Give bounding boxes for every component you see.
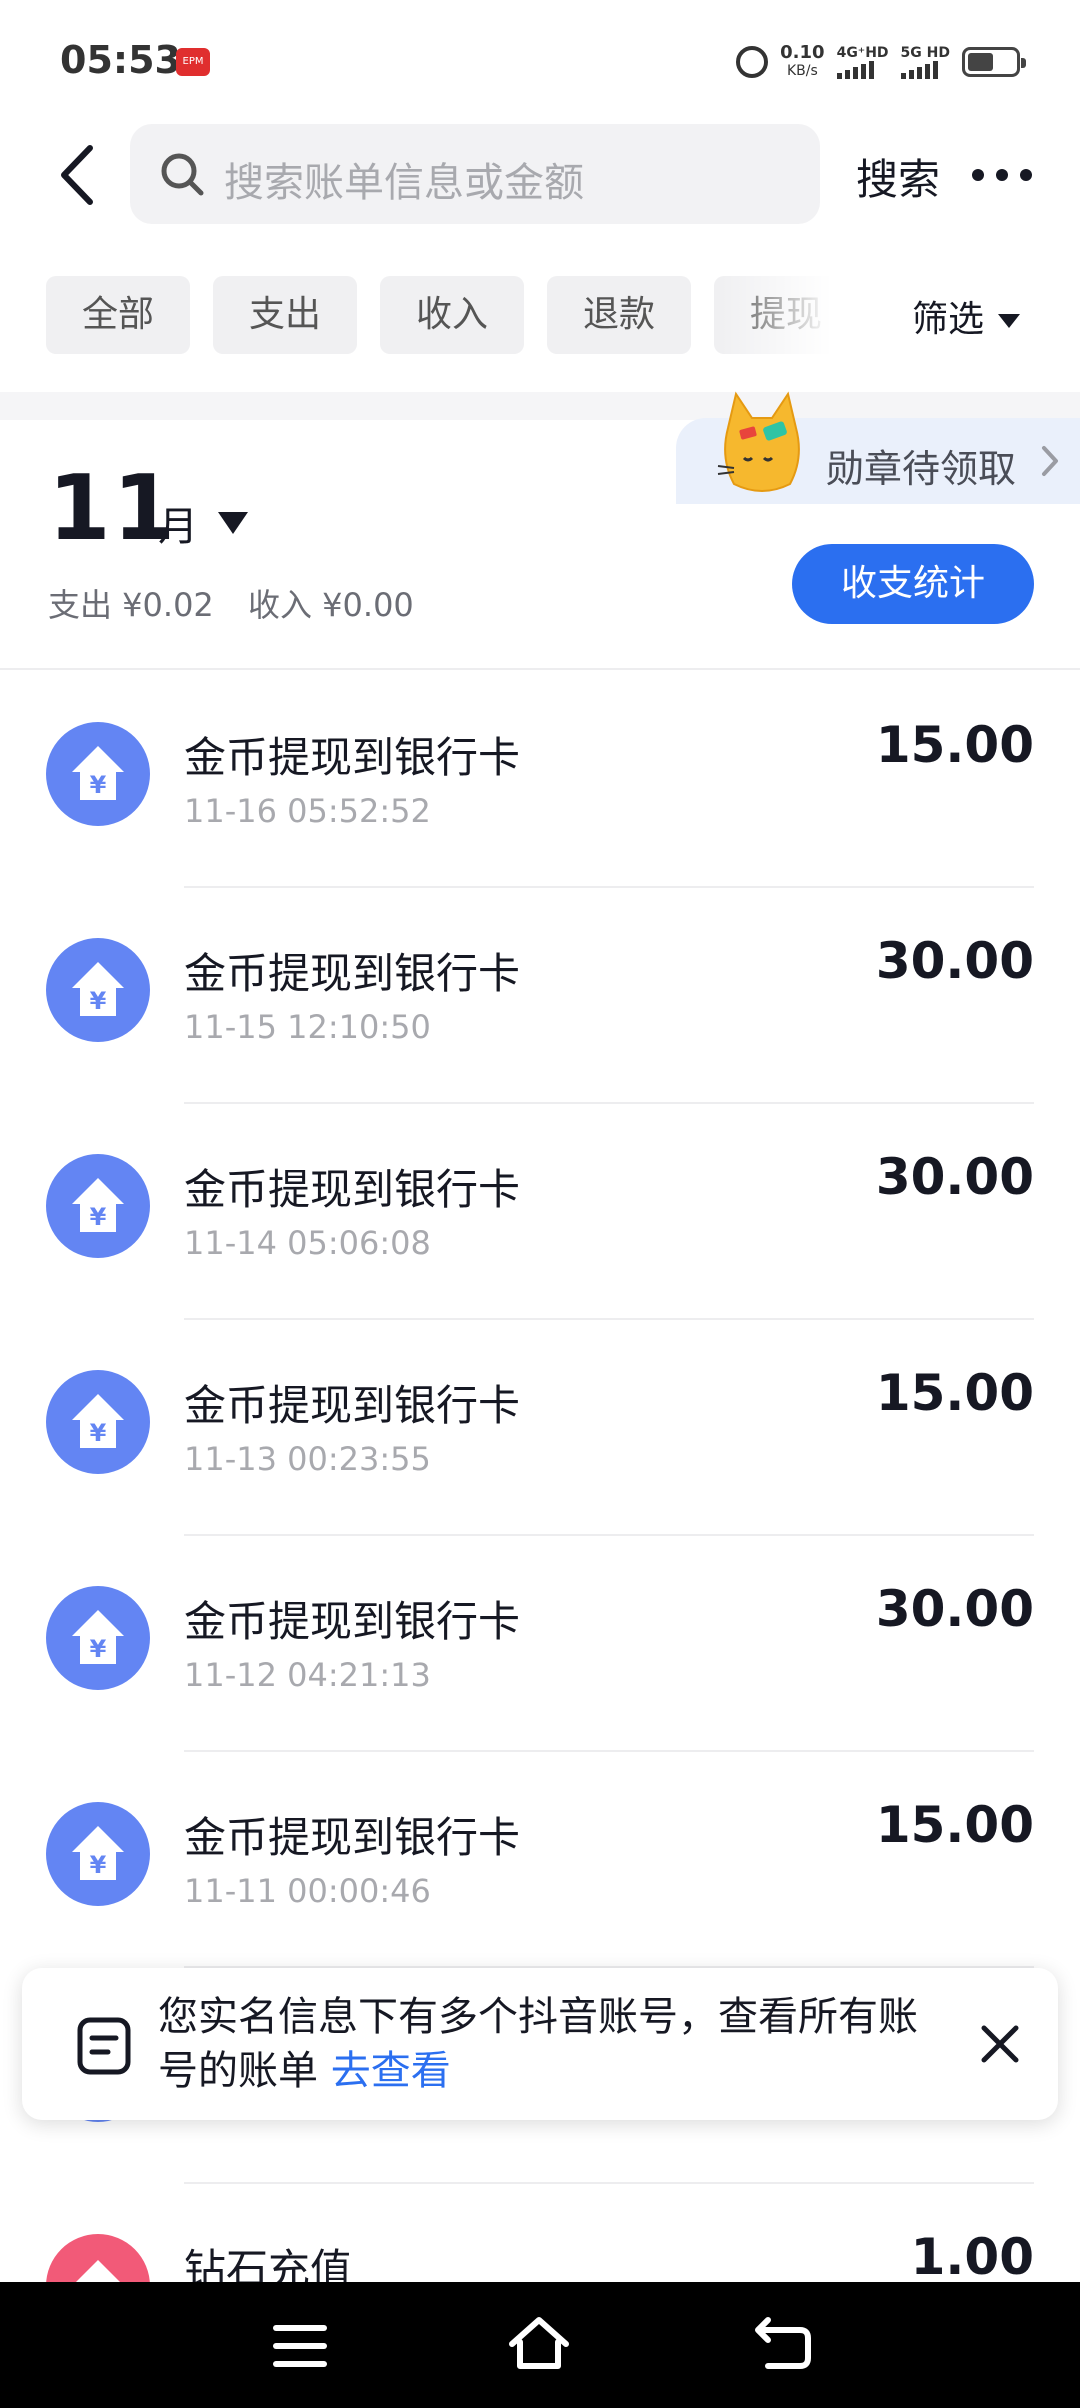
transaction-amount: 30.00	[875, 1580, 1034, 1638]
filter-tab-all[interactable]: 全部	[46, 276, 190, 354]
svg-text:¥: ¥	[90, 1419, 107, 1447]
caret-down-icon	[998, 314, 1021, 328]
transaction-amount: 1.00	[910, 2228, 1034, 2286]
transaction-title: 金币提现到银行卡	[184, 1165, 521, 1214]
upload-yuan-icon: ¥	[46, 938, 150, 1042]
status-indicators: 0.10 KB/s 4G⁺HD 5G HD	[736, 40, 1026, 84]
home-icon[interactable]	[506, 2312, 572, 2376]
sim1-signal-icon: 4G⁺HD	[836, 45, 889, 79]
filter-tab-expense[interactable]: 支出	[213, 276, 357, 354]
search-icon	[161, 153, 204, 196]
income-summary: 收入 ¥0.00	[248, 586, 414, 624]
net-speed-unit: KB/s	[786, 63, 818, 79]
transaction-amount: 15.00	[875, 1796, 1034, 1854]
divider	[0, 668, 1080, 670]
svg-text:¥: ¥	[90, 1851, 107, 1879]
back-button[interactable]	[50, 140, 110, 210]
sim2-label: 5G HD	[900, 45, 950, 61]
transaction-time: 11-12 04:21:13	[184, 1656, 431, 1694]
notice-view-link[interactable]: 去查看	[331, 2048, 451, 2094]
search-button[interactable]: 搜索	[856, 146, 940, 207]
search-placeholder: 搜索账单信息或金额	[224, 160, 584, 206]
transaction-row[interactable]: ¥ 金币提现到银行卡 11-14 05:06:08 30.00	[0, 1104, 1080, 1320]
transaction-row[interactable]: ¥ 金币提现到银行卡 11-15 12:10:50 30.00	[0, 888, 1080, 1104]
svg-text:¥: ¥	[90, 987, 107, 1015]
upload-yuan-icon: ¥	[46, 1370, 150, 1474]
transaction-row[interactable]: ¥ 金币提现到银行卡 11-13 00:23:55 15.00	[0, 1320, 1080, 1536]
system-nav-bar	[0, 2282, 1080, 2408]
stats-button[interactable]: 收支统计	[792, 544, 1034, 624]
filter-tab-income[interactable]: 收入	[380, 276, 524, 354]
transaction-time: 11-15 12:10:50	[184, 1008, 431, 1046]
month-unit[interactable]: 月	[158, 494, 198, 552]
medal-text[interactable]: 勋章待领取	[826, 438, 1016, 493]
expense-summary: 支出 ¥0.02	[48, 586, 214, 624]
transaction-row[interactable]: ¥ 金币提现到银行卡 11-11 00:00:46 15.00	[0, 1752, 1080, 1968]
transaction-amount: 15.00	[875, 1364, 1034, 1422]
bill-document-icon	[77, 2017, 131, 2075]
status-bar: 05:53 EPM 0.10 KB/s 4G⁺HD 5G HD	[0, 0, 1080, 120]
transaction-amount: 30.00	[875, 932, 1034, 990]
svg-text:¥: ¥	[90, 771, 107, 799]
status-time: 05:53	[60, 38, 181, 82]
transaction-title: 金币提现到银行卡	[184, 1813, 521, 1862]
sim1-label: 4G⁺HD	[836, 45, 889, 61]
battery-level	[968, 53, 994, 71]
svg-text:¥: ¥	[90, 1635, 107, 1663]
net-speed: 0.10 KB/s	[780, 44, 824, 80]
transaction-title: 金币提现到银行卡	[184, 1597, 521, 1646]
chevron-right-icon	[1042, 446, 1058, 476]
transaction-amount: 15.00	[875, 716, 1034, 774]
transaction-title: 金币提现到银行卡	[184, 1381, 521, 1430]
transaction-time: 11-11 00:00:46	[184, 1872, 431, 1910]
sim2-signal-icon: 5G HD	[900, 45, 950, 79]
cat-mascot-icon	[717, 391, 800, 492]
upload-yuan-icon: ¥	[46, 1154, 150, 1258]
alarm-icon	[736, 46, 769, 78]
back-nav-icon[interactable]	[752, 2312, 814, 2374]
filter-dropdown-label: 筛选	[912, 299, 985, 340]
filter-dropdown[interactable]: 筛选	[912, 290, 1021, 342]
search-input[interactable]: 搜索账单信息或金额	[130, 124, 820, 224]
transaction-row[interactable]: ¥ 金币提现到银行卡 11-12 04:21:13 30.00	[0, 1536, 1080, 1752]
net-speed-value: 0.10	[780, 42, 825, 63]
svg-text:¥: ¥	[90, 1203, 107, 1231]
multi-account-notice: 您实名信息下有多个抖音账号，查看所有账号的账单 去查看	[22, 1968, 1058, 2120]
filter-tab-refund[interactable]: 退款	[547, 276, 691, 354]
transaction-title: 金币提现到银行卡	[184, 733, 521, 782]
transaction-title: 金币提现到银行卡	[184, 949, 521, 998]
menu-icon[interactable]	[272, 2318, 328, 2374]
upload-yuan-icon: ¥	[46, 1586, 150, 1690]
month-dropdown-icon[interactable]	[218, 512, 248, 534]
transaction-time: 11-14 05:06:08	[184, 1224, 431, 1262]
app-notification-icon: EPM	[176, 48, 210, 76]
transaction-amount: 30.00	[875, 1148, 1034, 1206]
transaction-time: 11-16 05:52:52	[184, 792, 431, 830]
section-gap	[0, 392, 1080, 420]
filter-fade-overlay	[720, 240, 880, 390]
battery-icon	[962, 47, 1026, 77]
close-icon[interactable]	[970, 2014, 1030, 2074]
upload-yuan-icon: ¥	[46, 722, 150, 826]
transaction-row[interactable]: ¥ 金币提现到银行卡 11-16 05:52:52 15.00	[0, 672, 1080, 888]
more-icon[interactable]	[972, 166, 1032, 184]
notice-text: 您实名信息下有多个抖音账号，查看所有账号的账单 去查看	[158, 1990, 938, 2098]
upload-yuan-icon: ¥	[46, 1802, 150, 1906]
notice-message: 您实名信息下有多个抖音账号，查看所有账号的账单	[158, 1994, 918, 2094]
transaction-time: 11-13 00:23:55	[184, 1440, 431, 1478]
chevron-left-icon	[61, 145, 93, 205]
